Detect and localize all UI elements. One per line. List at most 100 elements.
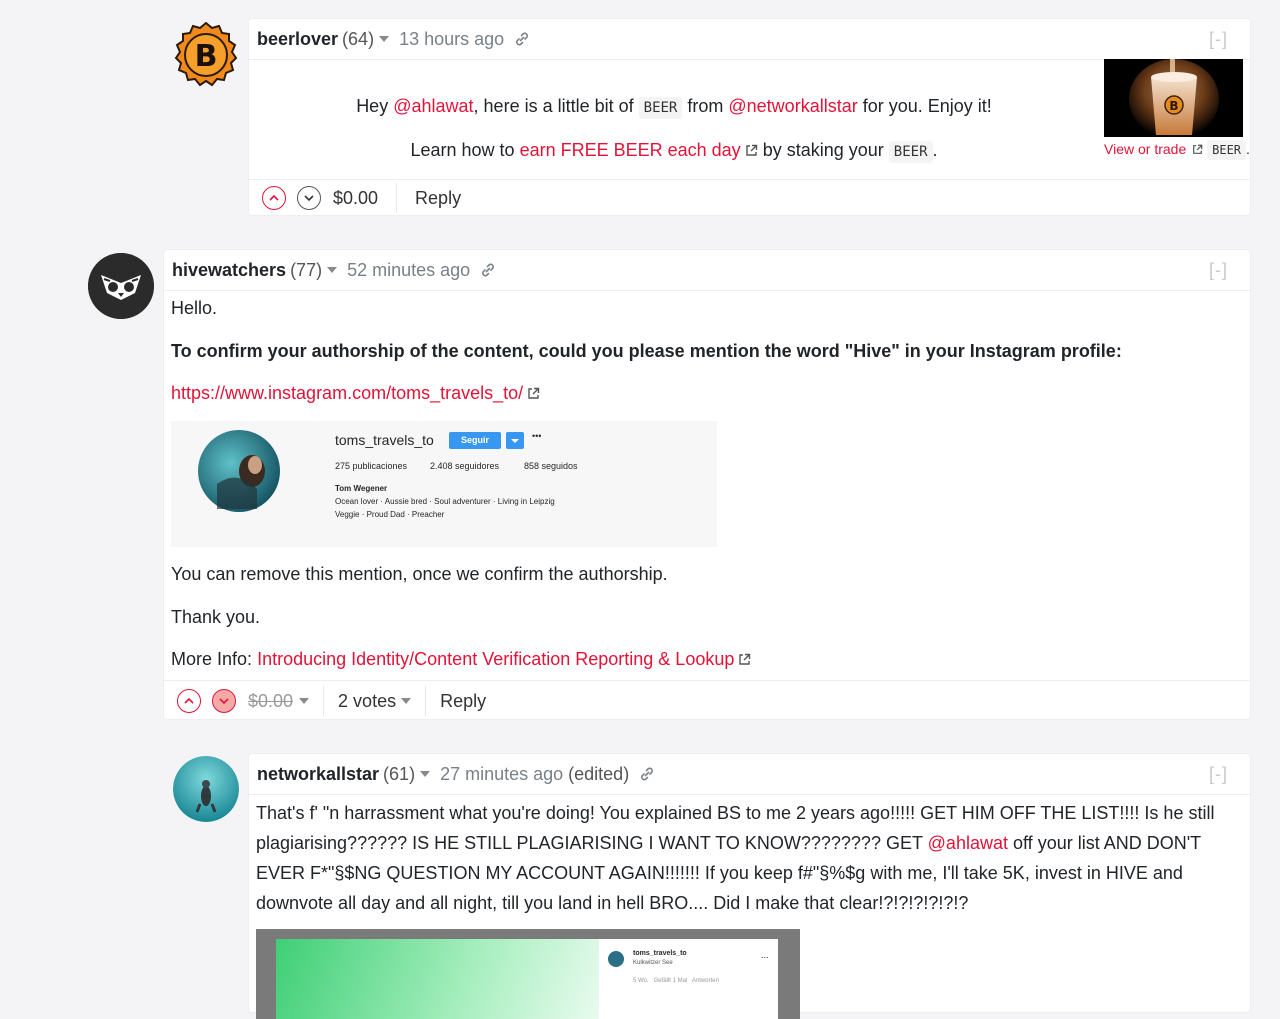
comment-card: hivewatchers (77) 52 minutes ago [-] Hel…: [163, 249, 1251, 720]
follow-button: Seguir: [449, 432, 501, 449]
body-text: from: [687, 96, 724, 116]
post-username: toms_travels_to: [633, 950, 687, 957]
body-text: Hey: [356, 96, 389, 116]
footer-divider: [323, 686, 325, 716]
reply-button[interactable]: Reply: [440, 691, 486, 712]
beer-image-caption: View or trade BEER.: [1104, 140, 1250, 160]
author-reputation: (61): [383, 763, 416, 784]
payout-value[interactable]: $0.00: [248, 691, 293, 712]
embedded-screenshot[interactable]: toms_travels_to Kulkwitzer See ... 5 Wo.…: [256, 929, 800, 1019]
chevron-down-icon: [511, 439, 519, 443]
earn-beer-link[interactable]: earn FREE BEER each day: [520, 140, 758, 160]
link-icon[interactable]: [480, 262, 496, 278]
mention-link[interactable]: @ahlawat: [928, 833, 1008, 853]
avatar-beerlover[interactable]: B: [173, 22, 239, 88]
comment-body: That's f' "n harrassment what you're doi…: [256, 798, 1241, 918]
collapse-toggle[interactable]: [-]: [1209, 260, 1228, 281]
external-link-icon: [745, 141, 758, 162]
caret-down-icon[interactable]: [401, 698, 412, 704]
post-sidebar: toms_travels_to Kulkwitzer See ... 5 Wo.…: [599, 939, 778, 1019]
external-link-icon: [1192, 142, 1203, 158]
comment-footer: $0.00 2 votes Reply: [164, 680, 1250, 721]
upvote-icon[interactable]: [262, 186, 286, 210]
more-options-icon: •••: [532, 431, 542, 441]
downvote-icon[interactable]: [212, 689, 236, 713]
votes-dropdown[interactable]: 2 votes: [338, 691, 396, 712]
caption-dot: .: [1246, 141, 1250, 157]
paragraph-remove: You can remove this mention, once we con…: [171, 564, 668, 584]
footer-divider: [396, 183, 398, 213]
follow-dropdown: [506, 432, 524, 449]
author-name[interactable]: hivewatchers: [172, 260, 286, 281]
beer-image[interactable]: B: [1104, 59, 1243, 137]
upvote-icon[interactable]: [177, 689, 201, 713]
mention-link[interactable]: @networkallstar: [728, 96, 857, 116]
paragraph-thanks: Thank you.: [171, 607, 261, 627]
comment-header: hivewatchers (77) 52 minutes ago [-]: [164, 250, 1250, 291]
instagram-link[interactable]: https://www.instagram.com/toms_travels_t…: [171, 383, 523, 403]
author-name[interactable]: beerlover: [257, 29, 338, 50]
avatar-networkallstar[interactable]: [173, 756, 239, 822]
paragraph-more-info: More Info: Introducing Identity/Content …: [171, 649, 751, 671]
author-name[interactable]: networkallstar: [257, 764, 379, 785]
post-location: Kulkwitzer See: [633, 960, 673, 966]
mention-link[interactable]: @ahlawat: [393, 96, 473, 116]
comment-header: networkallstar (61) 27 minutes ago (edit…: [249, 754, 1250, 795]
body-text: , here is a little bit of: [473, 96, 634, 116]
collapse-toggle[interactable]: [-]: [1209, 764, 1228, 785]
svg-text:B: B: [195, 39, 218, 74]
posts-count: 275 publicaciones: [335, 461, 408, 471]
more-info-label: More Info:: [171, 649, 253, 669]
comment-header: beerlover (64) 13 hours ago [-]: [249, 19, 1250, 60]
comment-timestamp[interactable]: 27 minutes ago: [440, 764, 563, 785]
token-code: BEER: [1207, 140, 1247, 160]
comment-card: beerlover (64) 13 hours ago [-] Hey @ahl…: [248, 18, 1251, 216]
following-count: 858 seguidos: [524, 461, 578, 471]
avatar-hivewatchers[interactable]: [88, 253, 154, 319]
earn-beer-link-text: earn FREE BEER each day: [519, 140, 741, 160]
collapse-toggle[interactable]: [-]: [1209, 29, 1228, 50]
profile-name: Tom Wegener: [335, 484, 388, 493]
payout-value[interactable]: $0.00: [333, 188, 378, 209]
body-text: by staking your: [762, 140, 884, 160]
link-icon[interactable]: [514, 31, 530, 47]
external-link-icon: [527, 384, 540, 405]
followers-count: 2.408 seguidores: [430, 461, 500, 471]
footer-divider: [425, 686, 427, 716]
profile-bio-line-2: Veggie · Proud Dad · Preacher: [335, 510, 445, 519]
more-info-link[interactable]: Introducing Identity/Content Verificatio…: [257, 649, 734, 669]
view-trade-link[interactable]: View or trade: [1104, 141, 1203, 157]
instagram-username: toms_travels_to: [335, 432, 434, 448]
token-code: BEER: [888, 141, 933, 163]
caret-down-icon[interactable]: [327, 267, 338, 273]
caret-down-icon[interactable]: [420, 771, 431, 777]
comment-footer: $0.00 Reply: [249, 179, 1250, 216]
instagram-avatar: [198, 430, 280, 512]
comment-timestamp[interactable]: 52 minutes ago: [347, 260, 470, 281]
paragraph-hello: Hello.: [171, 298, 218, 318]
instagram-profile-screenshot[interactable]: toms_travels_to Seguir ••• 275 publicaci…: [171, 421, 717, 547]
body-text: .: [932, 140, 938, 160]
post-meta: 5 Wo. Gefällt 1 Mal Antworten: [633, 978, 719, 984]
caret-down-icon[interactable]: [379, 36, 390, 42]
downvote-icon[interactable]: [297, 186, 321, 210]
link-icon[interactable]: [639, 766, 655, 782]
svg-text:B: B: [1169, 99, 1178, 113]
comment-timestamp[interactable]: 13 hours ago: [399, 29, 504, 50]
more-options-icon: ...: [761, 950, 769, 960]
paragraph-link: https://www.instagram.com/toms_travels_t…: [171, 383, 540, 405]
edited-label: (edited): [568, 763, 630, 784]
body-line-2: Learn how to earn FREE BEER each day by …: [249, 140, 1099, 163]
comment-card: networkallstar (61) 27 minutes ago (edit…: [248, 753, 1251, 1019]
body-text: for you. Enjoy it!: [862, 96, 992, 116]
reply-button[interactable]: Reply: [415, 188, 461, 209]
external-link-icon: [738, 650, 751, 671]
comment-body: Hey @ahlawat, here is a little bit of BE…: [249, 60, 1099, 175]
body-line-1: Hey @ahlawat, here is a little bit of BE…: [249, 96, 1099, 119]
author-reputation: (77): [290, 259, 323, 280]
body-text: Learn how to: [410, 140, 515, 160]
view-trade-text: View or trade: [1104, 141, 1187, 157]
profile-bio-line-1: Ocean lover · Aussie bred · Soul adventu…: [335, 497, 555, 506]
author-reputation: (64): [342, 28, 375, 49]
caret-down-icon[interactable]: [299, 698, 310, 704]
